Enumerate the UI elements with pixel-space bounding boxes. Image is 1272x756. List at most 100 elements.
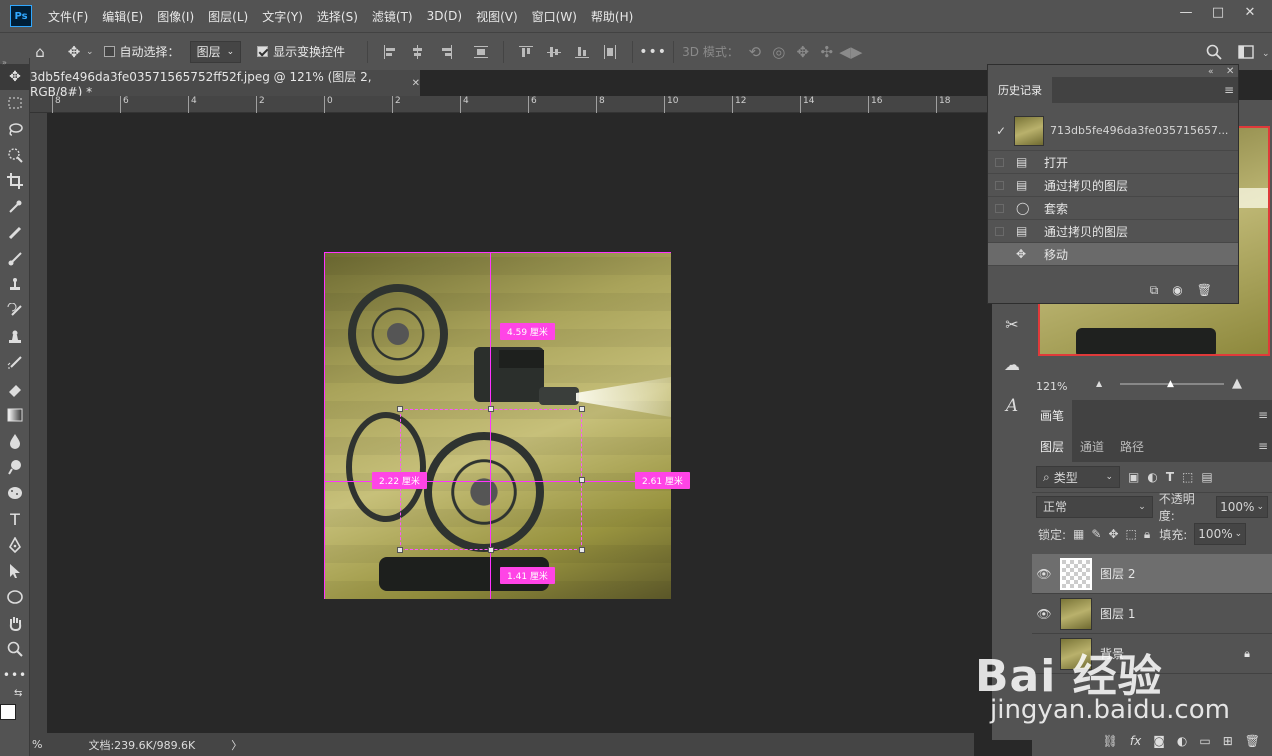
transform-handle[interactable] — [579, 406, 585, 412]
delete-layer-icon[interactable]: 🗑︎ — [1245, 734, 1260, 748]
add-mask-icon[interactable]: ◙ — [1153, 734, 1165, 748]
distribute-icon[interactable] — [472, 43, 490, 61]
type-tool-icon[interactable]: T — [0, 506, 30, 532]
tab-history[interactable]: 历史记录 — [988, 77, 1052, 103]
menu-layer[interactable]: 图层(L) — [208, 8, 248, 25]
lock-position-icon[interactable]: ✥ — [1108, 527, 1118, 541]
stamp-tool-icon[interactable] — [0, 324, 30, 350]
more-options-icon[interactable]: ••• — [639, 40, 666, 64]
swap-colors-icon[interactable]: ⇆ — [14, 688, 22, 699]
workspace-chevron-icon[interactable]: ⌄ — [1262, 49, 1270, 59]
horizontal-ruler[interactable]: 8 6 4 2 0 2 4 6 8 10 12 14 16 18 — [30, 96, 988, 113]
adjustment-layer-icon[interactable]: ◐ — [1177, 734, 1187, 748]
history-step[interactable]: ▤ 打开 — [988, 151, 1238, 174]
lock-image-icon[interactable]: ✎ — [1091, 527, 1101, 541]
blend-mode-dropdown[interactable]: 正常 ⌄ — [1036, 495, 1153, 518]
menu-help[interactable]: 帮助(H) — [591, 8, 633, 25]
filter-type-icon[interactable]: T — [1166, 470, 1174, 484]
tool-preset-chevron-icon[interactable]: ⌄ — [86, 47, 94, 57]
zoom-tool-icon[interactable] — [0, 636, 30, 662]
eraser-tool-icon[interactable] — [0, 376, 30, 402]
align-middle-v-icon[interactable] — [545, 43, 563, 61]
history-snapshot[interactable]: ✓ 713db5fe496da3fe035715657... — [988, 111, 1238, 151]
vertical-ruler[interactable] — [30, 113, 47, 733]
transform-handle[interactable] — [488, 547, 494, 553]
3d-roll-icon[interactable]: ◎ — [767, 40, 791, 64]
3d-orbit-icon[interactable]: ⟲ — [743, 40, 767, 64]
history-step[interactable]: ◯ 套索 — [988, 197, 1238, 220]
brush-tool-icon[interactable] — [0, 246, 30, 272]
3d-slide-icon[interactable]: ✣ — [815, 40, 839, 64]
status-menu-arrow-icon[interactable]: 〉 — [231, 737, 242, 753]
foreground-color-swatch[interactable] — [0, 704, 16, 720]
menu-edit[interactable]: 编辑(E) — [102, 8, 143, 25]
history-source-checkbox[interactable] — [995, 157, 1004, 167]
transform-handle[interactable] — [397, 406, 403, 412]
history-step-current[interactable]: ✥ 移动 — [988, 243, 1238, 266]
zoom-out-icon[interactable]: ▲ — [1096, 379, 1102, 388]
move-tool-icon[interactable]: ✥ — [62, 40, 86, 64]
healing-brush-tool-icon[interactable] — [0, 220, 30, 246]
menu-window[interactable]: 窗口(W) — [532, 8, 577, 25]
dodge-tool-icon[interactable] — [0, 454, 30, 480]
layer-filter-dropdown[interactable]: ⌕ 类型 ⌄ — [1036, 466, 1120, 488]
sponge-tool-icon[interactable] — [0, 480, 30, 506]
new-group-icon[interactable]: ▭ — [1199, 734, 1210, 748]
new-layer-icon[interactable]: ⊞ — [1223, 734, 1233, 748]
navigator-zoom[interactable]: 121% — [1036, 380, 1067, 393]
menu-view[interactable]: 视图(V) — [476, 8, 518, 25]
new-document-from-state-icon[interactable]: ⧉ — [1150, 283, 1159, 298]
layer-name[interactable]: 图层 2 — [1100, 565, 1135, 582]
art-brush-tool-icon[interactable] — [0, 350, 30, 376]
glyphs-icon[interactable]: A — [1000, 396, 1024, 418]
distribute-v-icon[interactable] — [601, 43, 619, 61]
path-selection-tool-icon[interactable] — [0, 558, 30, 584]
auto-select-dropdown[interactable]: 图层 ⌄ — [189, 40, 242, 63]
crop-tool-icon[interactable] — [0, 168, 30, 194]
tools-settings-icon[interactable]: ✂ — [1000, 315, 1024, 337]
layer-row-2[interactable]: 👁︎ 图层 2 — [1032, 554, 1272, 594]
gradient-tool-icon[interactable] — [0, 402, 30, 428]
menu-image[interactable]: 图像(I) — [157, 8, 194, 25]
history-source-checkbox[interactable] — [995, 180, 1004, 190]
zoom-field[interactable]: % — [32, 738, 42, 751]
menu-file[interactable]: 文件(F) — [48, 8, 88, 25]
transform-handle[interactable] — [397, 547, 403, 553]
history-step[interactable]: ▤ 通过拷贝的图层 — [988, 174, 1238, 197]
clone-stamp-tool-icon[interactable] — [0, 272, 30, 298]
align-right-icon[interactable] — [437, 43, 455, 61]
history-source-checkbox[interactable] — [995, 203, 1004, 213]
filter-pixel-icon[interactable]: ▣ — [1128, 470, 1139, 484]
color-swatches[interactable]: ⇆ — [0, 688, 29, 734]
history-source-checkbox[interactable] — [995, 226, 1004, 236]
marquee-tool-icon[interactable] — [0, 90, 30, 116]
panel-menu-icon[interactable]: ≡ — [1258, 408, 1268, 422]
history-source-checkbox[interactable] — [995, 249, 1004, 259]
document-tab[interactable]: 3db5fe496da3fe03571565752ff52f.jpeg @ 12… — [30, 70, 420, 99]
fill-field[interactable]: 100% ⌄ — [1194, 523, 1247, 545]
filter-shape-icon[interactable]: ⬚ — [1182, 470, 1193, 484]
zoom-slider-thumb[interactable]: ▲ — [1167, 379, 1174, 389]
zoom-in-icon[interactable]: ▲ — [1232, 376, 1242, 391]
tab-layers[interactable]: 图层 — [1032, 430, 1073, 462]
quick-selection-tool-icon[interactable] — [0, 142, 30, 168]
3d-scale-icon[interactable]: ◀▶ — [839, 40, 863, 64]
align-left-icon[interactable] — [381, 43, 399, 61]
history-brush-source-icon[interactable]: ✓ — [988, 124, 1014, 138]
align-bottom-icon[interactable] — [573, 43, 591, 61]
eyedropper-tool-icon[interactable] — [0, 194, 30, 220]
edit-toolbar-icon[interactable]: ••• — [0, 662, 30, 688]
menu-type[interactable]: 文字(Y) — [262, 8, 303, 25]
pen-tool-icon[interactable] — [0, 532, 30, 558]
minimize-button[interactable]: — — [1170, 0, 1202, 24]
delete-state-icon[interactable]: 🗑︎ — [1197, 283, 1212, 297]
ellipse-tool-icon[interactable] — [0, 584, 30, 610]
move-tool-icon[interactable]: ✥ — [0, 64, 30, 90]
search-icon[interactable] — [1202, 40, 1226, 64]
snapshot-camera-icon[interactable]: ◉ — [1172, 283, 1182, 297]
blur-tool-icon[interactable] — [0, 428, 30, 454]
lock-transparent-icon[interactable]: ▦ — [1073, 527, 1084, 541]
transform-bounding-box[interactable] — [400, 409, 582, 550]
maximize-button[interactable]: □ — [1202, 0, 1234, 24]
filter-adjustment-icon[interactable]: ◐ — [1147, 470, 1157, 484]
